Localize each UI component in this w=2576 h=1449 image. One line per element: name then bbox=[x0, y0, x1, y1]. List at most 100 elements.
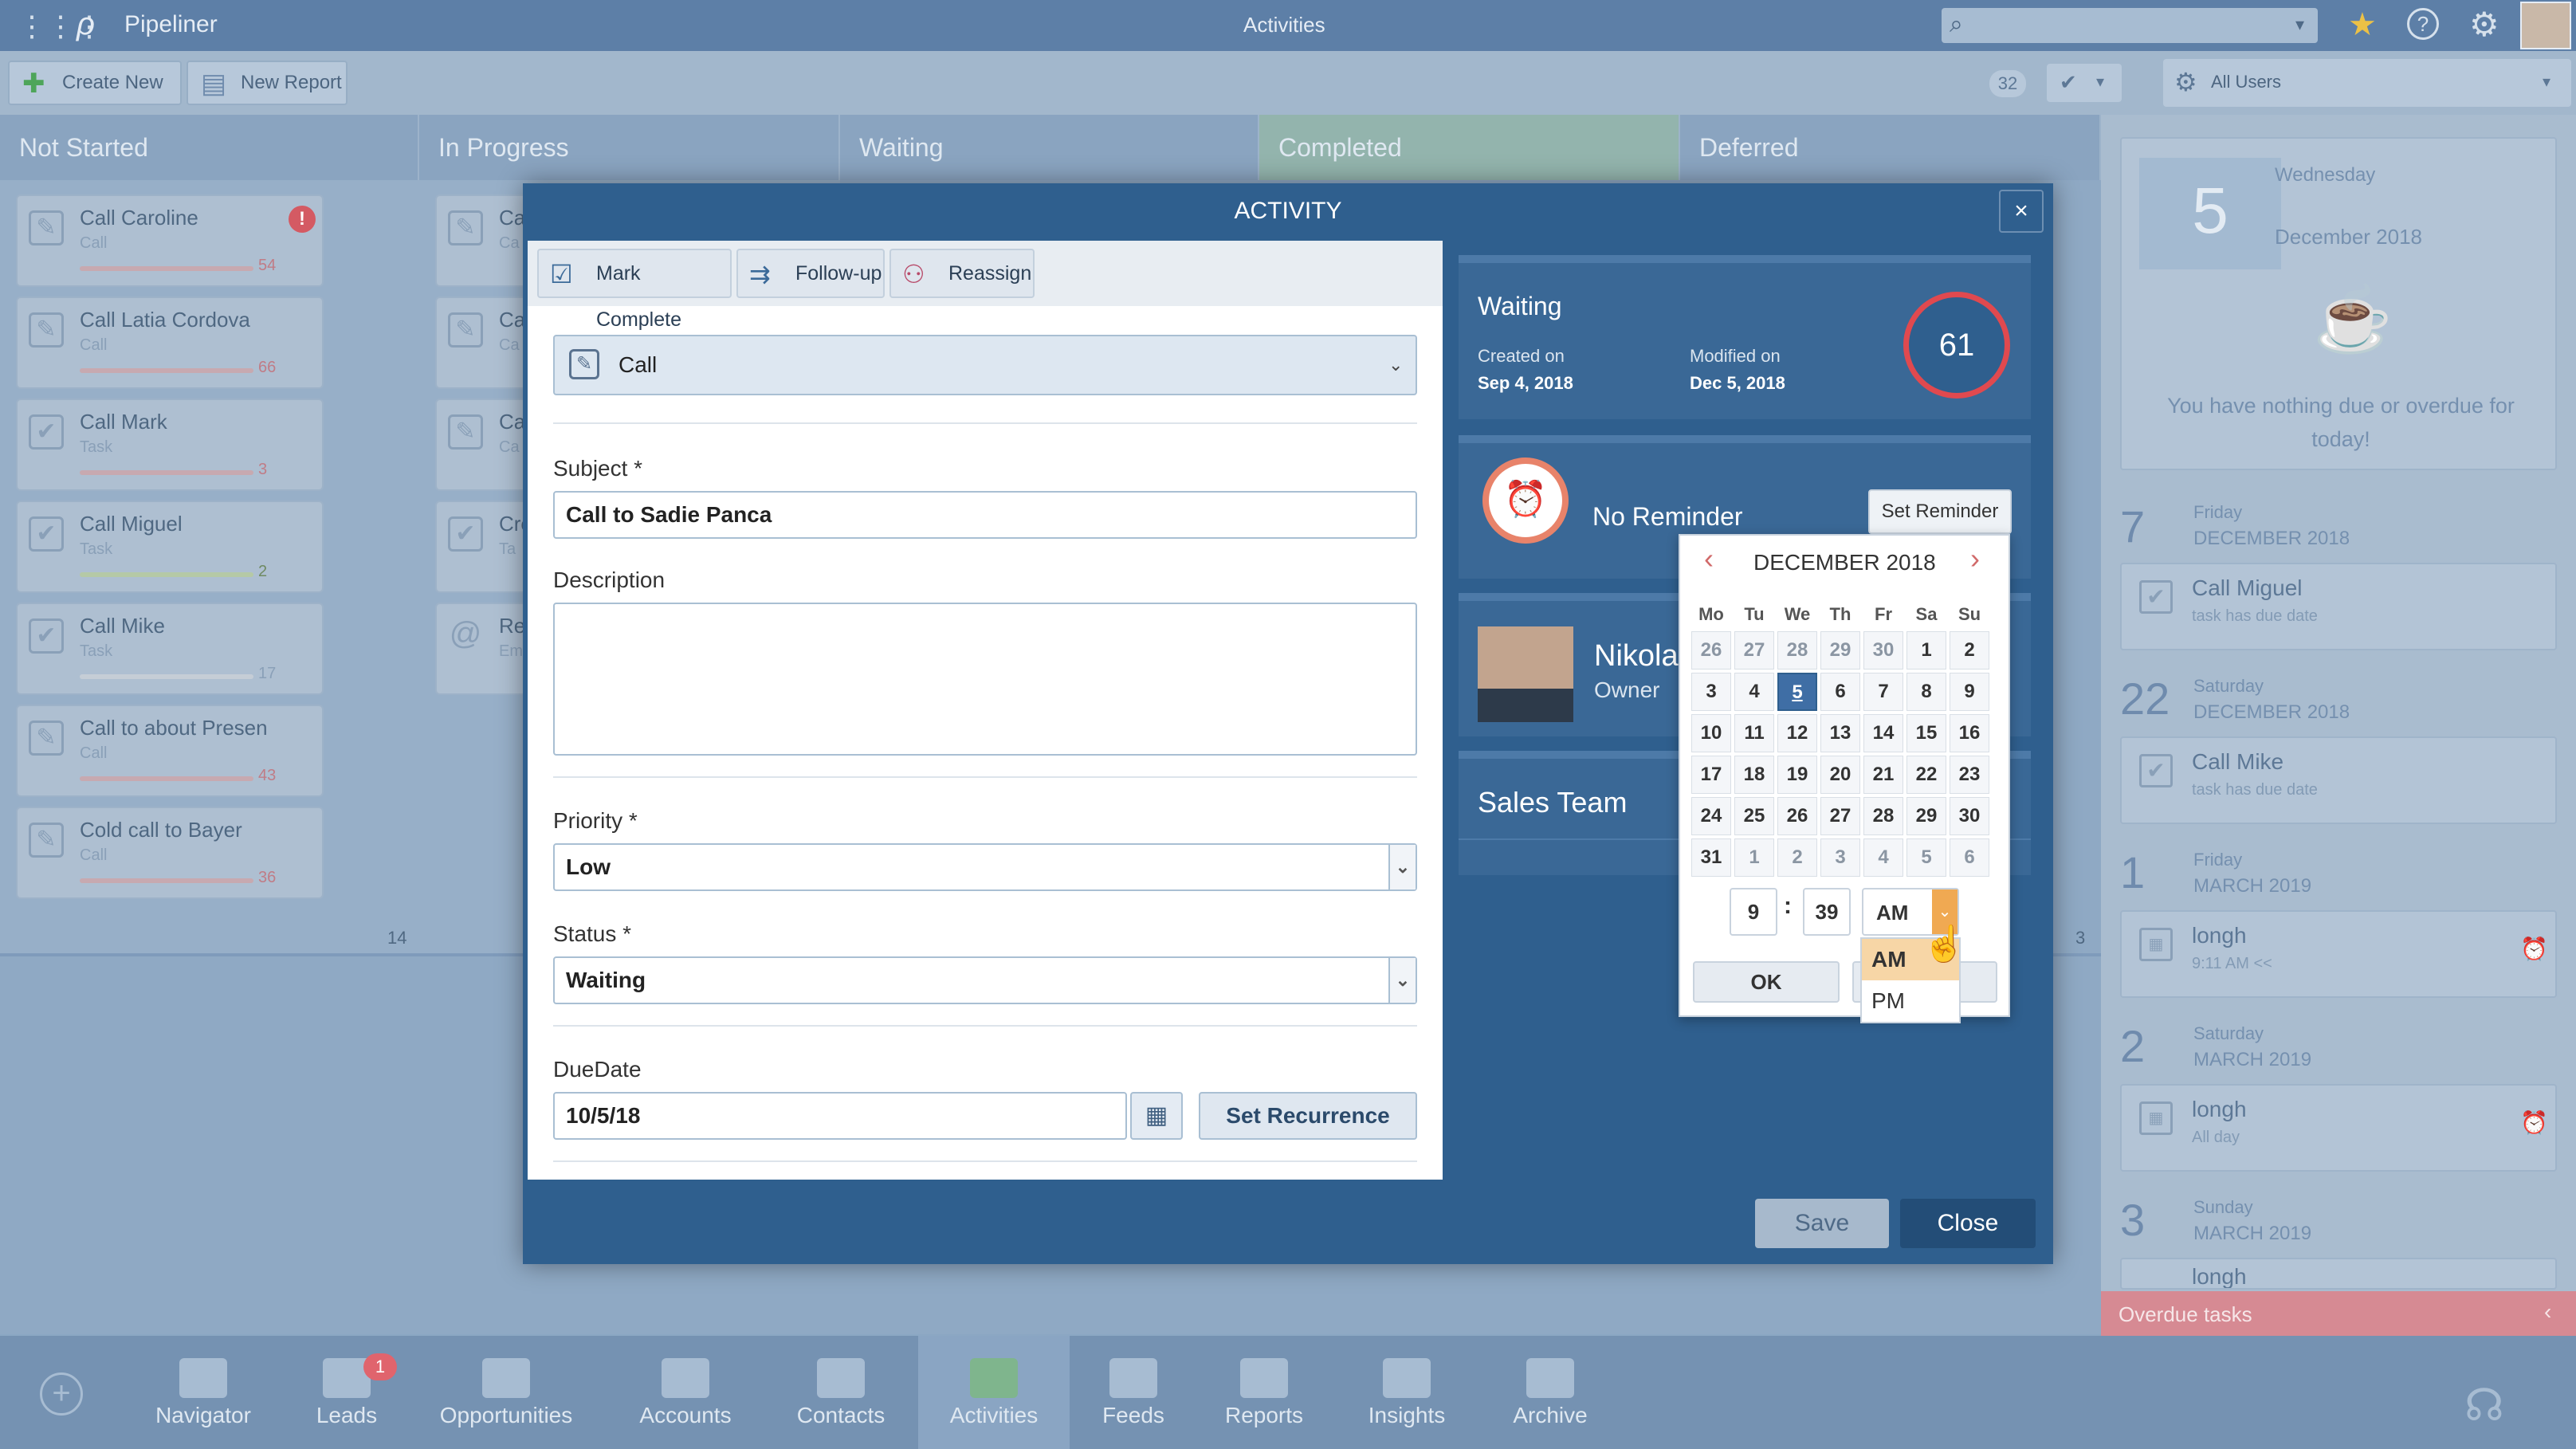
ampm-option-pm[interactable]: PM bbox=[1862, 980, 1959, 1022]
save-button[interactable]: Save bbox=[1755, 1199, 1889, 1248]
nav-opportunities[interactable]: Opportunities bbox=[430, 1336, 582, 1449]
calendar-day[interactable]: 11 bbox=[1734, 714, 1774, 752]
mark-complete-button[interactable]: ☑ Mark Complete bbox=[537, 249, 732, 331]
status-select[interactable]: Waiting ⌄ bbox=[553, 956, 1417, 1004]
nav-navigator[interactable]: Navigator bbox=[143, 1336, 263, 1449]
calendar-day[interactable]: 23 bbox=[1950, 756, 1989, 794]
gear-icon[interactable]: ⚙ bbox=[2469, 5, 2499, 44]
activity-card[interactable]: ✎ Ca Ca bbox=[435, 296, 531, 389]
priority-select[interactable]: Low ⌄ bbox=[553, 843, 1417, 891]
status-filter-dropdown[interactable]: ✔ ▾ bbox=[2047, 64, 2122, 102]
agenda-item[interactable]: ✔ Call Mike task has due date bbox=[2120, 736, 2557, 824]
activity-card[interactable]: ✎ Call Latia Cordova Call 66 bbox=[16, 296, 324, 389]
calendar-day[interactable]: 8 bbox=[1906, 673, 1946, 711]
new-report-button[interactable]: ▤ New Report bbox=[187, 61, 348, 105]
nav-accounts[interactable]: Accounts bbox=[614, 1336, 757, 1449]
calendar-day[interactable]: 7 bbox=[1863, 673, 1903, 711]
set-reminder-button[interactable]: Set Reminder bbox=[1868, 489, 2012, 534]
activity-card[interactable]: ✎ Cold call to Bayer Call 36 bbox=[16, 807, 324, 899]
calendar-day[interactable]: 3 bbox=[1820, 838, 1860, 877]
activity-card[interactable]: ✎ Ca Ca bbox=[435, 194, 531, 287]
calendar-day[interactable]: 2 bbox=[1777, 838, 1817, 877]
activity-type-select[interactable]: ✎ Call ⌄ bbox=[553, 335, 1417, 395]
calendar-day[interactable]: 18 bbox=[1734, 756, 1774, 794]
calendar-day[interactable]: 27 bbox=[1734, 631, 1774, 670]
calendar-day[interactable]: 14 bbox=[1863, 714, 1903, 752]
activity-card[interactable]: ✔ Cre Ta bbox=[435, 501, 532, 593]
column-header-in-progress[interactable]: In Progress bbox=[419, 115, 840, 180]
calendar-day[interactable]: 4 bbox=[1734, 673, 1774, 711]
calendar-day[interactable]: 17 bbox=[1691, 756, 1731, 794]
overdue-tasks-bar[interactable]: Overdue tasks ‹ bbox=[2101, 1291, 2576, 1336]
activity-card[interactable]: ✎ Ca Ca bbox=[435, 399, 531, 491]
nav-reports[interactable]: Reports bbox=[1208, 1336, 1320, 1449]
nav-activities[interactable]: Activities bbox=[918, 1336, 1070, 1449]
nav-archive[interactable]: Archive bbox=[1490, 1336, 1610, 1449]
calendar-day[interactable]: 15 bbox=[1906, 714, 1946, 752]
calendar-day[interactable]: 22 bbox=[1906, 756, 1946, 794]
calendar-day[interactable]: 13 bbox=[1820, 714, 1860, 752]
calendar-day[interactable]: 26 bbox=[1777, 797, 1817, 835]
calendar-day[interactable]: 10 bbox=[1691, 714, 1731, 752]
set-recurrence-button[interactable]: Set Recurrence bbox=[1199, 1092, 1417, 1140]
chevron-left-icon[interactable]: ‹ bbox=[2544, 1299, 2551, 1325]
calendar-day[interactable]: 29 bbox=[1820, 631, 1860, 670]
calendar-picker-button[interactable]: ▦ bbox=[1130, 1092, 1183, 1140]
calendar-day[interactable]: 29 bbox=[1906, 797, 1946, 835]
subject-field[interactable]: Call to Sadie Panca bbox=[553, 491, 1417, 539]
nav-leads[interactable]: Leads 1 bbox=[287, 1336, 406, 1449]
nav-feeds[interactable]: Feeds bbox=[1078, 1336, 1189, 1449]
add-icon[interactable]: + bbox=[40, 1372, 83, 1416]
activity-card[interactable]: ✔ Call Mike Task 17 bbox=[16, 603, 324, 695]
calendar-day[interactable]: 24 bbox=[1691, 797, 1731, 835]
close-button[interactable]: Close bbox=[1900, 1199, 2036, 1248]
agenda-item[interactable]: ▦ longh 9:11 AM << ⏰ bbox=[2120, 910, 2557, 998]
column-header-waiting[interactable]: Waiting bbox=[840, 115, 1259, 180]
support-icon[interactable]: ☊ bbox=[2464, 1379, 2504, 1431]
calendar-day[interactable]: 20 bbox=[1820, 756, 1860, 794]
activity-card[interactable]: ✔ Call Miguel Task 2 bbox=[16, 501, 324, 593]
calendar-day[interactable]: 6 bbox=[1820, 673, 1860, 711]
calendar-day[interactable]: 5 bbox=[1906, 838, 1946, 877]
users-filter-dropdown[interactable]: ⚙ All Users ▾ bbox=[2163, 59, 2571, 107]
activity-card[interactable]: @ Re Em bbox=[435, 603, 531, 695]
calendar-day[interactable]: 16 bbox=[1950, 714, 1989, 752]
minute-input[interactable]: 39 bbox=[1803, 888, 1851, 936]
column-header-deferred[interactable]: Deferred bbox=[1680, 115, 2101, 180]
user-avatar[interactable] bbox=[2520, 2, 2571, 49]
nav-contacts[interactable]: Contacts bbox=[773, 1336, 909, 1449]
calendar-day[interactable]: 1 bbox=[1734, 838, 1774, 877]
activity-card[interactable]: ✎ Call Caroline Call 54 ! bbox=[16, 194, 324, 287]
calendar-day[interactable]: 25 bbox=[1734, 797, 1774, 835]
star-icon[interactable]: ★ bbox=[2348, 6, 2377, 43]
agenda-item[interactable]: longh bbox=[2120, 1258, 2557, 1290]
calendar-day[interactable]: 4 bbox=[1863, 838, 1903, 877]
hour-input[interactable]: 9 bbox=[1730, 888, 1777, 936]
reassign-button[interactable]: ⚇ Reassign bbox=[889, 249, 1035, 298]
column-header-completed[interactable]: Completed bbox=[1259, 115, 1680, 180]
agenda-item[interactable]: ▦ longh All day ⏰ bbox=[2120, 1084, 2557, 1172]
activity-card[interactable]: ✎ Call to about Presen Call 43 bbox=[16, 705, 324, 797]
modal-close-x-button[interactable]: × bbox=[1999, 190, 2044, 233]
help-icon[interactable]: ? bbox=[2407, 8, 2439, 40]
ok-button[interactable]: OK bbox=[1693, 961, 1840, 1003]
calendar-day[interactable]: 3 bbox=[1691, 673, 1731, 711]
create-new-button[interactable]: ✚ Create New bbox=[8, 61, 182, 105]
calendar-day[interactable]: 30 bbox=[1863, 631, 1903, 670]
prev-month-icon[interactable]: ‹ bbox=[1704, 542, 1714, 575]
nav-insights[interactable]: Insights bbox=[1347, 1336, 1467, 1449]
calendar-day[interactable]: 2 bbox=[1950, 631, 1989, 670]
follow-up-button[interactable]: ⇉ Follow-up bbox=[736, 249, 885, 298]
calendar-day[interactable]: 9 bbox=[1950, 673, 1989, 711]
calendar-day[interactable]: 28 bbox=[1777, 631, 1817, 670]
calendar-day[interactable]: 12 bbox=[1777, 714, 1817, 752]
column-header-not-started[interactable]: Not Started bbox=[0, 115, 419, 180]
agenda-item[interactable]: ✔ Call Miguel task has due date bbox=[2120, 563, 2557, 650]
next-month-icon[interactable]: › bbox=[1970, 542, 1980, 575]
calendar-day[interactable]: 31 bbox=[1691, 838, 1731, 877]
search-input[interactable]: ⌕ ▾ bbox=[1942, 8, 2318, 43]
calendar-day[interactable]: 21 bbox=[1863, 756, 1903, 794]
description-field[interactable] bbox=[553, 603, 1417, 756]
duedate-field[interactable]: 10/5/18 bbox=[553, 1092, 1127, 1140]
activity-card[interactable]: ✔ Call Mark Task 3 bbox=[16, 399, 324, 491]
